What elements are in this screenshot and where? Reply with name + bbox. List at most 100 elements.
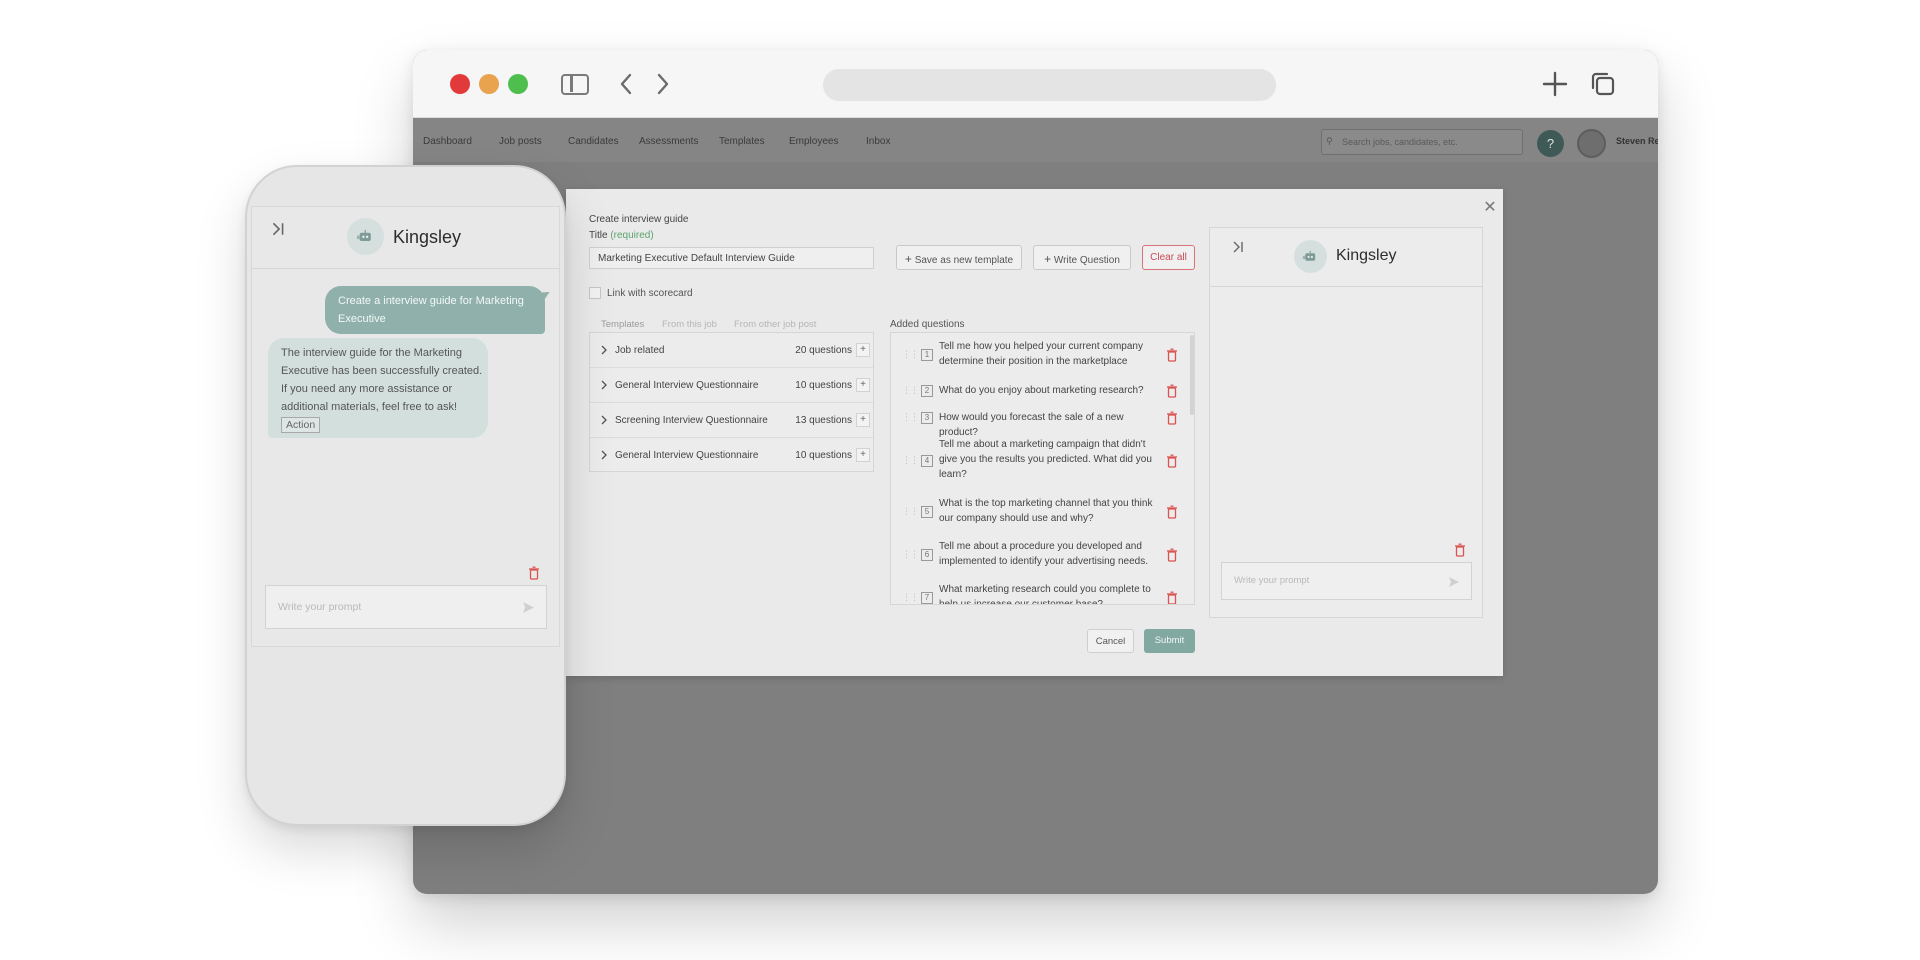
chevron-right-icon[interactable] (599, 379, 609, 391)
bot-avatar (347, 218, 384, 255)
trash-icon[interactable] (1166, 591, 1178, 605)
scrollbar[interactable] (1190, 335, 1194, 415)
trash-icon[interactable] (1166, 384, 1178, 398)
add-template-button[interactable]: + (856, 378, 870, 392)
trash-icon[interactable] (528, 566, 540, 580)
collapse-panel-icon[interactable] (1231, 240, 1245, 254)
template-count: 13 questions (795, 415, 852, 426)
trash-icon[interactable] (1166, 454, 1178, 468)
title-input[interactable]: Marketing Executive Default Interview Gu… (589, 247, 874, 269)
prompt-input[interactable]: Write your prompt (265, 585, 547, 629)
stage: Dashboard Job posts Candidates Assessmen… (0, 0, 1920, 960)
bot-message-text: The interview guide for the Marketing Ex… (281, 347, 483, 413)
prompt-input[interactable]: Write your prompt (1221, 562, 1472, 600)
question-text: What marketing research could you comple… (939, 584, 1151, 605)
drag-handle-icon[interactable]: ⋮⋮ (902, 506, 919, 517)
question-text: Tell me about a marketing campaign that … (939, 439, 1152, 480)
drag-handle-icon[interactable]: ⋮⋮ (902, 592, 919, 603)
title-label-text: Title (589, 230, 608, 241)
submit-button[interactable]: Submit (1144, 629, 1195, 653)
send-icon[interactable] (1448, 576, 1460, 588)
bot-avatar (1294, 240, 1327, 273)
trash-icon[interactable] (1166, 548, 1178, 562)
help-button[interactable]: ? (1537, 130, 1564, 157)
question-text: What do you enjoy about marketing resear… (939, 385, 1144, 396)
scorecard-checkbox[interactable] (589, 287, 601, 299)
header-divider (252, 268, 559, 269)
required-tag: (required) (610, 230, 654, 241)
forward-chevron-icon[interactable] (655, 72, 671, 96)
question-number: 5 (921, 506, 933, 518)
user-message: Create a interview guide for Marketing E… (325, 286, 545, 334)
write-question-label: Write Question (1053, 255, 1120, 266)
trash-icon[interactable] (1454, 543, 1466, 557)
template-name: Job related (615, 345, 665, 356)
sidebar-toggle-icon[interactable] (561, 74, 589, 95)
action-button[interactable]: Action (281, 417, 321, 433)
nav-templates[interactable]: Templates (719, 136, 765, 147)
assistant-panel: Kingsley Write your prompt (1209, 227, 1483, 618)
template-row[interactable]: Screening Interview Questionnaire 13 que… (590, 403, 873, 438)
template-count: 20 questions (795, 345, 852, 356)
add-template-button[interactable]: + (856, 448, 870, 462)
trash-icon[interactable] (1166, 348, 1178, 362)
phone-chat-panel: Kingsley Create a interview guide for Ma… (251, 206, 560, 647)
chevron-right-icon[interactable] (599, 414, 609, 426)
template-count: 10 questions (795, 380, 852, 391)
nav-assessments[interactable]: Assessments (639, 136, 698, 147)
back-chevron-icon[interactable] (618, 72, 634, 96)
clear-all-button[interactable]: Clear all (1142, 245, 1195, 270)
trash-icon[interactable] (1166, 411, 1178, 425)
question-text: What is the top marketing channel that y… (939, 498, 1153, 524)
template-row[interactable]: General Interview Questionnaire 10 quest… (590, 368, 873, 403)
trash-icon[interactable] (1166, 505, 1178, 519)
question-number: 6 (921, 549, 933, 561)
address-bar[interactable] (823, 69, 1276, 101)
minimize-window-button[interactable] (479, 74, 499, 94)
nav-inbox[interactable]: Inbox (866, 136, 890, 147)
tab-overview-icon[interactable] (1589, 70, 1617, 98)
drag-handle-icon[interactable]: ⋮⋮ (902, 455, 919, 466)
question-number: 7 (921, 592, 933, 604)
question-text: Tell me about a procedure you developed … (939, 541, 1149, 567)
avatar[interactable] (1577, 129, 1606, 158)
prompt-placeholder: Write your prompt (278, 601, 362, 613)
write-question-button[interactable]: + Write Question (1033, 245, 1131, 270)
save-as-template-button[interactable]: + Save as new template (896, 245, 1022, 270)
drag-handle-icon[interactable]: ⋮⋮ (902, 549, 919, 560)
nav-candidates[interactable]: Candidates (568, 136, 619, 147)
prompt-placeholder: Write your prompt (1234, 575, 1310, 586)
template-row[interactable]: General Interview Questionnaire 10 quest… (590, 438, 873, 473)
collapse-panel-icon[interactable] (270, 221, 286, 237)
cancel-button[interactable]: Cancel (1087, 629, 1134, 653)
close-icon[interactable]: ✕ (1482, 200, 1498, 216)
nav-dashboard[interactable]: Dashboard (423, 136, 472, 147)
question-number: 3 (921, 412, 933, 424)
tab-templates[interactable]: Templates (601, 319, 644, 330)
close-window-button[interactable] (450, 74, 470, 94)
title-label: Title (required) (589, 230, 654, 241)
robot-icon (357, 230, 372, 242)
user-name: Steven Re (1616, 136, 1658, 146)
nav-employees[interactable]: Employees (789, 136, 838, 147)
bot-name: Kingsley (393, 227, 462, 247)
drag-handle-icon[interactable]: ⋮⋮ (902, 385, 919, 396)
nav-job-posts[interactable]: Job posts (499, 136, 542, 147)
maximize-window-button[interactable] (508, 74, 528, 94)
search-input[interactable]: Search jobs, candidates, etc. (1321, 129, 1523, 155)
assistant-header: Kingsley (1210, 228, 1482, 287)
template-row[interactable]: Job related 20 questions + (590, 333, 873, 368)
send-icon[interactable] (522, 601, 535, 614)
add-template-button[interactable]: + (856, 413, 870, 427)
drag-handle-icon[interactable]: ⋮⋮ (902, 412, 919, 423)
drag-handle-icon[interactable]: ⋮⋮ (902, 349, 919, 360)
bot-message: The interview guide for the Marketing Ex… (268, 338, 488, 438)
template-name: Screening Interview Questionnaire (615, 415, 768, 426)
add-template-button[interactable]: + (856, 343, 870, 357)
template-name: General Interview Questionnaire (615, 380, 759, 391)
tab-from-other-job-post[interactable]: From other job post (734, 319, 816, 330)
tab-from-this-job[interactable]: From this job (662, 319, 717, 330)
chevron-right-icon[interactable] (599, 344, 609, 356)
chevron-right-icon[interactable] (599, 449, 609, 461)
new-tab-plus-icon[interactable] (1541, 70, 1569, 98)
